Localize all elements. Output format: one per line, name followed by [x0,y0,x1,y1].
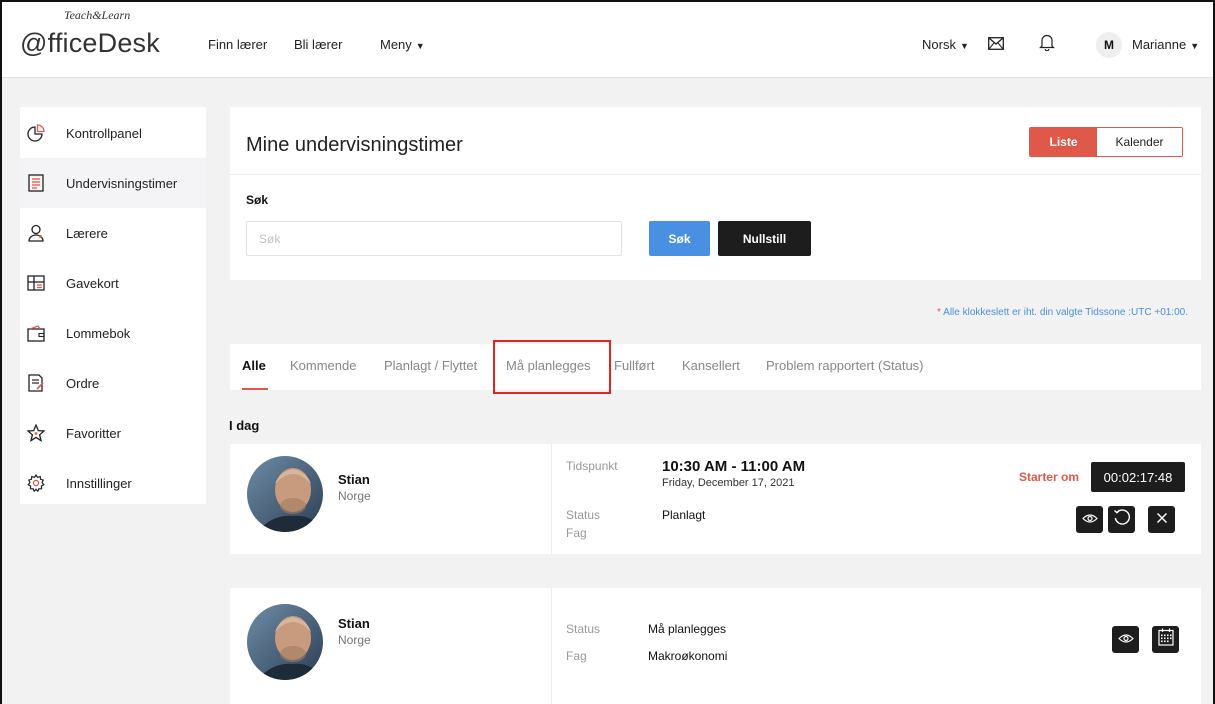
nav-find-teacher[interactable]: Finn lærer [208,37,267,52]
lesson-date: Friday, December 17, 2021 [662,477,795,489]
active-tab-indicator [242,388,268,390]
language-label: Norsk [922,37,956,52]
chevron-down-icon: ▼ [415,41,425,51]
sidebar-item-label: Favoritter [66,425,121,441]
sidebar-item-label: Innstillinger [66,475,132,491]
chevron-down-icon: ▼ [1190,41,1200,51]
sidebar-item-favorites[interactable]: Favoritter [20,408,206,458]
tab-completed[interactable]: Fullført [614,358,654,373]
nav-become-teacher[interactable]: Bli lærer [294,37,342,52]
lessons-header-panel: Mine undervisningstimer Liste Kalender S… [230,107,1201,280]
teacher-photo [247,604,323,680]
tab-all[interactable]: Alle [242,358,266,373]
view-button[interactable] [1076,506,1103,533]
tab-scheduled[interactable]: Planlagt / Flyttet [384,358,477,373]
view-toggle: Liste Kalender [1029,127,1183,157]
status-value: Planlagt [662,508,706,522]
status-label: Status [566,508,601,522]
subject-label: Fag [566,526,587,540]
eye-icon [1081,511,1098,529]
sidebar-item-label: Gavekort [66,275,119,291]
eye-icon [1117,631,1134,649]
view-button[interactable] [1112,626,1139,653]
timezone-star: * [937,307,941,318]
teacher-info[interactable]: Stian Norge [230,444,552,554]
lesson-card: Stian Norge Tidspunkt 10:30 AM - 11:00 A… [230,444,1201,554]
star-icon [26,423,46,443]
chevron-down-icon: ▼ [959,41,969,51]
nav-menu[interactable]: Meny ▼ [380,37,425,52]
teacher-country: Norge [338,489,371,503]
tab-cancelled[interactable]: Kansellert [682,358,740,373]
status-tabs: Alle Kommende Planlagt / Flyttet Må plan… [230,344,1201,390]
lesson-card: Stian Norge Status Må planlegges Fag Mak… [230,588,1201,704]
lesson-time: 10:30 AM - 11:00 AM [662,458,806,475]
document-icon [26,173,46,193]
calendar-icon [1157,628,1174,651]
user-name: Marianne [1132,37,1187,52]
timezone-note: * Alle klokkeslett er iht. din valgte Ti… [937,307,1188,318]
sidebar-item-teachers[interactable]: Lærere [20,208,206,258]
reset-button[interactable]: Nullstill [718,221,811,256]
calendar-view-button[interactable]: Kalender [1097,128,1182,156]
sidebar-item-label: Ordre [66,375,100,391]
bell-icon[interactable] [1038,32,1056,52]
sidebar-item-label: Lommebok [66,325,131,341]
cancel-button[interactable] [1148,506,1175,533]
section-title-today: I dag [229,418,260,433]
close-icon [1156,511,1168,529]
reschedule-icon [1113,508,1131,531]
mail-icon[interactable] [987,34,1005,52]
nav-menu-label: Meny [380,37,412,52]
user-icon [26,223,46,243]
status-value: Må planlegges [648,622,727,636]
status-label: Status [566,622,601,636]
sidebar-item-wallet[interactable]: Lommebok [20,308,206,358]
teacher-photo [247,456,323,532]
divider [230,174,1201,175]
search-input[interactable] [246,221,622,256]
sidebar-item-orders[interactable]: Ordre [20,358,206,408]
page-title: Mine undervisningstimer [246,134,463,156]
language-selector[interactable]: Norsk ▼ [922,37,969,52]
sidebar-item-settings[interactable]: Innstillinger [20,458,206,508]
subject-label: Fag [566,649,587,663]
gift-card-icon [26,273,46,293]
order-icon [26,373,46,393]
wallet-icon [26,323,46,343]
search-button[interactable]: Søk [649,221,710,256]
subject-value: Makroøkonomi [648,649,728,663]
list-view-button[interactable]: Liste [1030,128,1097,156]
tab-problem-reported[interactable]: Problem rapportert (Status) [766,358,924,373]
highlight-box [493,340,611,394]
gear-icon [26,473,46,493]
sidebar-item-gift-cards[interactable]: Gavekort [20,258,206,308]
sidebar-item-label: Kontrollpanel [66,125,142,141]
sidebar-item-label: Undervisningstimer [66,175,178,191]
sidebar-item-lessons[interactable]: Undervisningstimer [20,158,206,208]
teacher-name: Stian [338,472,370,487]
teacher-info[interactable]: Stian Norge [230,588,552,704]
countdown-timer: 00:02:17:48 [1091,462,1185,492]
search-label: Søk [246,193,269,207]
pie-chart-icon [26,123,46,143]
top-bar: Teach&Learn @fficeDesk Finn lærer Bli læ… [2,2,1213,78]
logo-tagline: Teach&Learn [64,8,131,22]
teacher-name: Stian [338,616,370,631]
logo[interactable]: @fficeDesk [20,28,160,59]
avatar[interactable]: M [1096,32,1122,58]
teacher-country: Norge [338,633,371,647]
time-label: Tidspunkt [566,459,618,473]
timezone-text: Alle klokkeslett er iht. din valgte Tids… [943,307,1188,318]
user-menu[interactable]: Marianne ▼ [1132,37,1199,52]
sidebar-item-label: Lærere [66,225,108,241]
tab-upcoming[interactable]: Kommende [290,358,356,373]
starts-in-label: Starter om [1018,470,1079,484]
sidebar: Kontrollpanel Undervisningstimer Lærere … [20,107,206,504]
schedule-button[interactable] [1152,626,1179,653]
sidebar-item-dashboard[interactable]: Kontrollpanel [20,108,206,158]
reschedule-button[interactable] [1108,506,1135,533]
